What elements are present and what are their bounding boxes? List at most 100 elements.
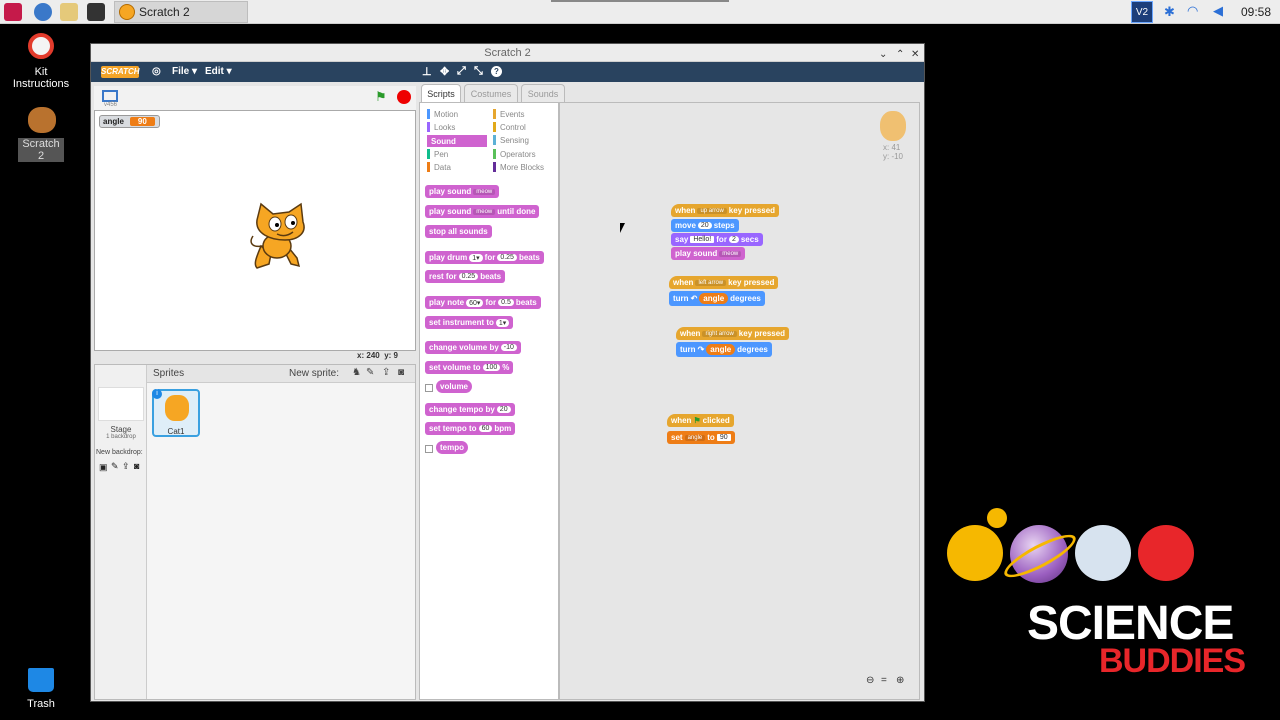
category-sound-label: Sound [431,136,456,146]
green-flag-icon[interactable]: ⚑ [375,89,387,105]
rocket-logo-icon [1138,525,1194,581]
sprites-title: Sprites [153,368,185,379]
edit-menu[interactable]: Edit ▾ [205,66,232,77]
kit-instructions-icon[interactable] [28,33,54,59]
block-play-note[interactable]: play note 60▾ for 0.5 beats [425,296,541,309]
stage-thumbnail[interactable] [98,387,144,421]
block-play-sound[interactable]: play sound meow [425,185,500,198]
file-menu[interactable]: File ▾ [172,66,197,77]
mouse-cursor-icon [620,223,625,233]
block-move-steps[interactable]: move 20 steps [671,219,739,232]
block-turn-right[interactable]: turn ↷ angle degrees [676,342,772,357]
raspberry-menu-icon[interactable] [4,3,22,21]
category-looks[interactable]: Looks [427,122,455,132]
block-change-volume[interactable]: change volume by -10 [425,341,521,354]
file-manager-icon[interactable] [60,3,78,21]
tab-sounds[interactable]: Sounds [521,84,565,102]
globe-icon[interactable]: ◎ [152,66,161,77]
hat-when-right-arrow[interactable]: when right arrow key pressed [676,327,790,340]
block-palette: Motion Looks Sound Pen Data Events Contr… [419,102,559,700]
block-play-sound-script[interactable]: play sound meow [671,247,746,260]
volume-icon[interactable]: ◀ [1213,3,1223,19]
category-more-blocks[interactable]: More Blocks [493,162,544,172]
help-icon[interactable]: ? [491,66,502,77]
taskbar: Scratch 2 V2 ✱ ◠ ◀ 09:58 [0,0,1280,24]
hat-when-up-arrow[interactable]: when up arrow key pressed [671,204,780,217]
bluetooth-icon[interactable]: ✱ [1164,4,1175,20]
kit-instructions-label: Kit Instructions [12,66,70,90]
hat-when-flag-clicked[interactable]: when ⚑ clicked [667,414,734,427]
zoom-reset-icon[interactable]: = [881,675,887,686]
delete-tool-icon[interactable]: ✥ [440,65,449,78]
block-change-tempo[interactable]: change tempo by 20 [425,403,515,416]
block-play-sound-until-done[interactable]: play sound meow until done [425,205,540,218]
block-set-variable[interactable]: set angle to 90 [667,431,735,444]
cat-sprite[interactable] [247,202,317,274]
category-operators[interactable]: Operators [493,149,536,159]
paint-sprite-icon[interactable]: ✎ [366,367,374,378]
category-motion-label: Motion [434,109,459,119]
block-set-instrument[interactable]: set instrument to 1▾ [425,316,514,329]
taskbar-scratch-task[interactable]: Scratch 2 [114,1,248,23]
category-control[interactable]: Control [493,122,526,132]
scratch2-desktop-icon[interactable] [28,107,56,133]
zoom-in-icon[interactable]: ⊕ [896,675,904,686]
category-operators-label: Operators [500,149,536,159]
sprite-library-icon[interactable]: ♞ [352,367,361,378]
tab-scripts[interactable]: Scripts [421,84,461,102]
coords-y-label: y: [384,351,392,360]
terminal-icon[interactable] [87,3,105,21]
tempo-checkbox[interactable] [425,445,433,453]
camera-backdrop-icon[interactable]: ◙ [134,461,139,471]
block-stop-all-sounds[interactable]: stop all sounds [425,225,492,238]
sprite-card-cat1[interactable]: i Cat1 [152,389,200,437]
wifi-icon[interactable]: ◠ [1187,3,1198,19]
stage-pane[interactable]: Stage 1 backdrop New backdrop: ▣ ✎ ⇪ ◙ [95,365,147,699]
window-titlebar[interactable]: Scratch 2 ⌄ ⌃ ✕ [91,44,924,62]
browser-icon[interactable] [34,3,52,21]
block-turn-left[interactable]: turn ↶ angle degrees [669,291,765,306]
new-sprite-label: New sprite: [289,368,340,379]
vnc-icon[interactable]: V2 [1131,1,1153,23]
presentation-mode-icon[interactable] [102,90,118,102]
block-volume-reporter[interactable]: volume [436,380,473,393]
block-rest-for[interactable]: rest for 0.25 beats [425,270,506,283]
stage[interactable]: angle 90 [94,110,416,351]
duplicate-tool-icon[interactable]: ⊥ [422,65,432,78]
category-looks-label: Looks [434,122,456,132]
sprite-corner-thumbnail [880,111,906,141]
block-set-volume[interactable]: set volume to 100% [425,361,514,374]
category-data[interactable]: Data [427,162,451,172]
scratch-logo: SCRATCH [101,66,140,78]
tab-costumes[interactable]: Costumes [464,84,518,102]
dna-logo-icon [1075,525,1131,581]
category-pen[interactable]: Pen [427,149,448,159]
category-sound[interactable]: Sound [427,135,487,147]
backdrop-library-icon[interactable]: ▣ [99,462,108,473]
volume-checkbox[interactable] [425,384,433,392]
menubar: SCRATCH ◎ File ▾ Edit ▾ ⊥ ✥ ⤢ ⤡ ? [91,62,924,82]
camera-sprite-icon[interactable]: ◙ [398,367,404,378]
clock: 09:58 [1241,5,1272,19]
version-label: v456 [104,102,118,108]
hat-when-left-arrow[interactable]: when left arrow key pressed [669,276,779,289]
upload-backdrop-icon[interactable]: ⇪ [122,461,130,472]
shrink-tool-icon[interactable]: ⤡ [474,65,483,78]
zoom-out-icon[interactable]: ⊖ [866,675,874,686]
category-events[interactable]: Events [493,109,524,119]
category-sensing-label: Sensing [500,135,529,145]
block-play-drum[interactable]: play drum 1▾ for 0.25 beats [425,251,544,264]
scratch2-desktop-label: Scratch 2 [18,138,64,162]
paint-backdrop-icon[interactable]: ✎ [111,461,119,472]
info-icon[interactable]: i [152,389,162,399]
upload-sprite-icon[interactable]: ⇪ [382,367,390,378]
stop-button-icon[interactable] [397,90,411,104]
block-tempo-reporter[interactable]: tempo [436,441,468,454]
category-motion[interactable]: Motion [427,109,458,119]
block-set-tempo[interactable]: set tempo to 60 bpm [425,422,516,435]
script-area[interactable]: x: 41 y: -10 when up arrow key pressed mov… [559,102,920,700]
block-say-for-secs[interactable]: say Hello! for 2 secs [671,233,763,246]
trash-icon[interactable] [28,668,54,692]
grow-tool-icon[interactable]: ⤢ [457,65,466,78]
category-sensing[interactable]: Sensing [493,135,529,145]
